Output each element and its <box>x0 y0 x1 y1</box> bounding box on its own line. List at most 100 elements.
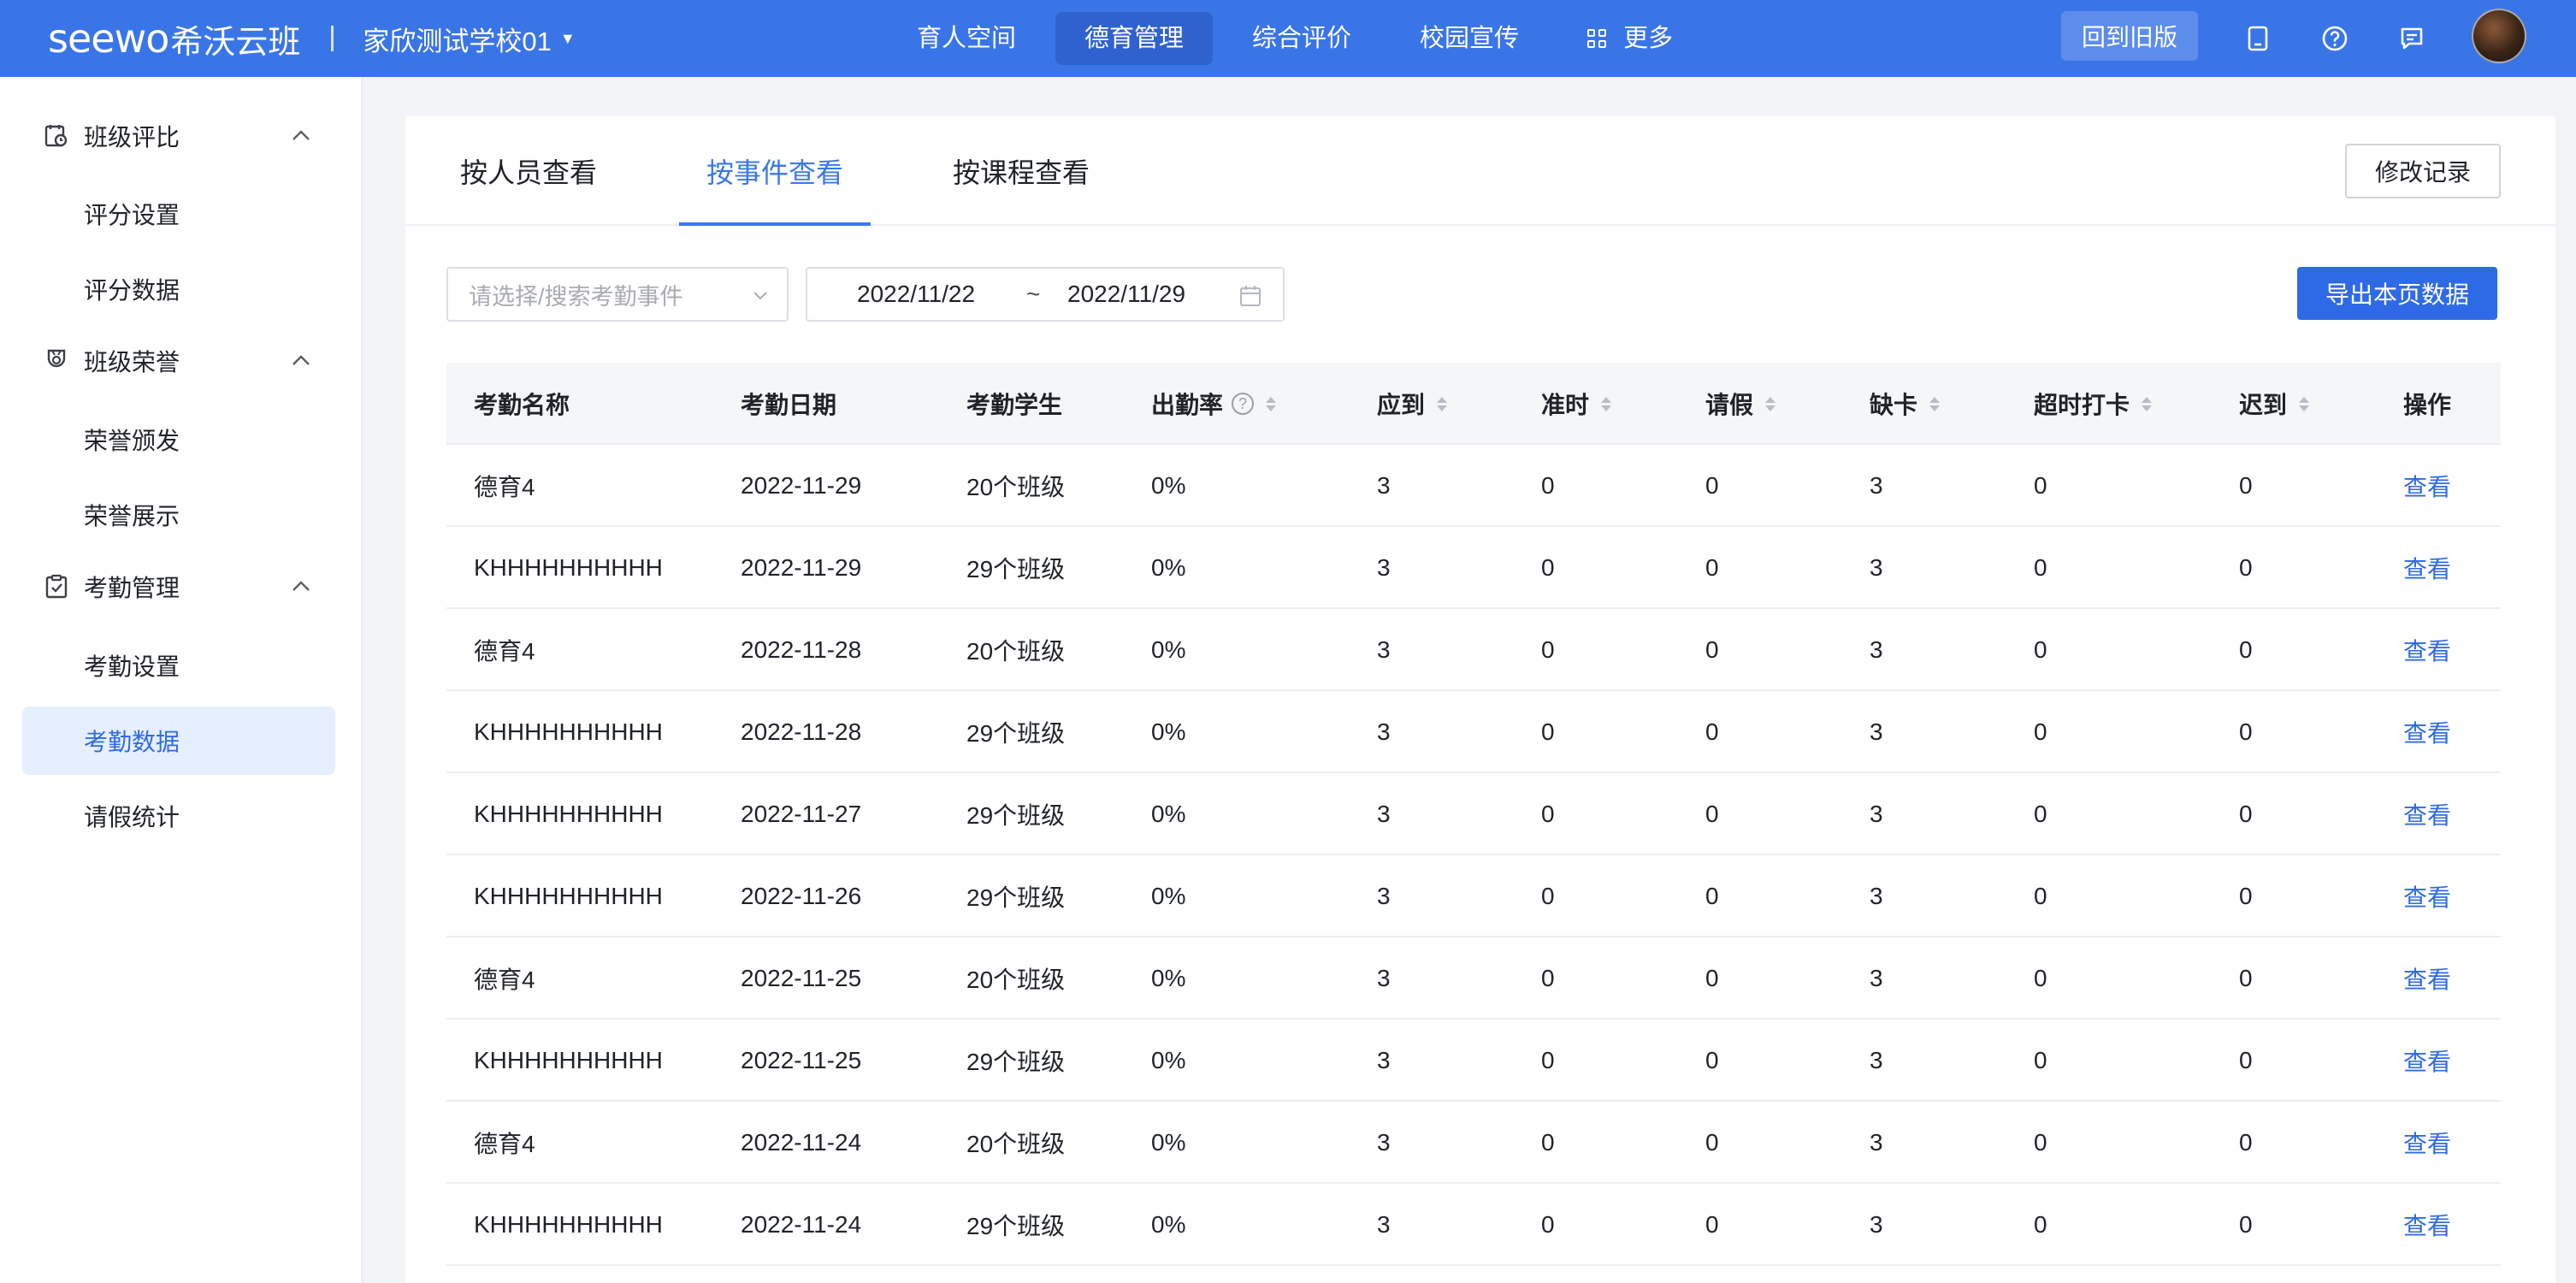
sidebar-item-label: 荣誉展示 <box>84 503 180 529</box>
view-link[interactable]: 查看 <box>2403 773 2451 855</box>
sort-icon[interactable] <box>2142 396 2153 411</box>
cell-name: KHHHHHHHHHH <box>474 801 663 827</box>
column-header-attendance-rate: 出勤率 ? <box>1151 363 1277 445</box>
cell-expected: 3 <box>1377 801 1391 827</box>
view-link[interactable]: 查看 <box>2403 691 2451 773</box>
sidebar-item-honor-award[interactable]: 荣誉颁发 <box>22 405 335 474</box>
date-range-picker[interactable]: 2022/11/22 ~ 2022/11/29 <box>806 267 1285 322</box>
event-select[interactable]: 请选择/搜索考勤事件 <box>446 267 789 322</box>
cell-late: 0 <box>2239 801 2253 827</box>
help-icon[interactable] <box>2318 21 2352 56</box>
cell-leave: 0 <box>1705 965 1719 991</box>
sort-icon[interactable] <box>1266 396 1277 411</box>
column-header-label: 超时打卡 <box>2034 392 2130 418</box>
cell-leave: 0 <box>1705 1211 1719 1238</box>
nav-item-comprehensive-evaluation[interactable]: 综合评价 <box>1223 12 1380 65</box>
nav-item-education-space[interactable]: 育人空间 <box>888 12 1045 65</box>
column-header-late: 迟到 <box>2239 363 2310 445</box>
nav-item-more[interactable]: 更多 <box>1558 12 1702 65</box>
cell-missing-card: 3 <box>1870 718 1883 745</box>
view-link[interactable]: 查看 <box>2403 1102 2451 1184</box>
cell-missing-card: 3 <box>1870 1047 1883 1073</box>
chevron-up-icon <box>292 581 310 591</box>
message-icon[interactable] <box>2395 21 2429 56</box>
table-body: 德育4 2022-11-29 20个班级 0% 3 0 0 3 0 0 查看 KHHHHHHHHHH 2… <box>446 445 2501 1266</box>
school-switcher[interactable]: 家欣测试学校01 ▼ <box>363 20 575 58</box>
cell-overtime-punch: 0 <box>2034 883 2047 909</box>
table-row: 德育4 2022-11-28 20个班级 0% 3 0 0 3 0 0 查看 <box>446 609 2501 691</box>
sidebar-item-honor-display[interactable]: 荣誉展示 <box>22 481 335 549</box>
nav-item-moral-management[interactable]: 德育管理 <box>1055 12 1214 65</box>
sort-icon[interactable] <box>1765 396 1776 411</box>
cell-late: 0 <box>2239 1211 2253 1238</box>
sort-icon[interactable] <box>1437 396 1448 411</box>
sidebar-item-score-data[interactable]: 评分数据 <box>22 255 335 323</box>
cell-name: 德育4 <box>474 474 535 500</box>
sort-icon[interactable] <box>2299 396 2310 411</box>
cell-leave: 0 <box>1705 472 1719 499</box>
nav-item-label: 更多 <box>1623 25 1674 52</box>
medal-icon <box>43 347 70 375</box>
brand-logo[interactable]: seewo <box>48 15 169 62</box>
view-link[interactable]: 查看 <box>2403 609 2451 691</box>
tablet-icon[interactable] <box>2241 21 2275 56</box>
tab-by-person[interactable]: 按人员查看 <box>460 116 597 226</box>
sidebar-item-attendance-data[interactable]: 考勤数据 <box>22 707 335 775</box>
brand-name[interactable]: 希沃云班 <box>170 15 300 62</box>
view-link[interactable]: 查看 <box>2403 445 2451 527</box>
cell-date: 2022-11-25 <box>741 1047 862 1073</box>
sidebar-group-class-honor[interactable]: 班级荣誉 <box>0 323 363 399</box>
table-row: 德育4 2022-11-25 20个班级 0% 3 0 0 3 0 0 查看 <box>446 937 2501 1020</box>
cell-on-time: 0 <box>1541 472 1555 499</box>
sidebar-group-attendance-management[interactable]: 考勤管理 <box>0 549 363 624</box>
sidebar-group-label: 班级荣誉 <box>84 349 180 375</box>
help-icon[interactable]: ? <box>1232 393 1255 415</box>
avatar[interactable] <box>2472 9 2526 63</box>
date-start[interactable]: 2022/11/22 <box>857 281 975 308</box>
column-header-label: 缺卡 <box>1870 392 1918 418</box>
cell-missing-card: 3 <box>1870 1211 1883 1238</box>
clipboard-check-icon <box>43 573 70 600</box>
cell-students: 20个班级 <box>966 1131 1066 1157</box>
cell-on-time: 0 <box>1541 1047 1555 1073</box>
sidebar-group-class-rating[interactable]: 班级评比 <box>0 98 363 174</box>
main-nav: 育人空间 德育管理 综合评价 校园宣传 更多 <box>888 0 1712 77</box>
school-name: 家欣测试学校01 <box>363 26 552 56</box>
view-link[interactable]: 查看 <box>2403 527 2451 609</box>
cell-overtime-punch: 0 <box>2034 554 2047 581</box>
divider <box>331 26 334 51</box>
sort-icon[interactable] <box>1929 396 1941 411</box>
view-link[interactable]: 查看 <box>2403 855 2451 937</box>
cell-leave: 0 <box>1705 718 1719 745</box>
cell-overtime-punch: 0 <box>2034 1129 2047 1156</box>
table-row: KHHHHHHHHHH 2022-11-24 29个班级 0% 3 0 0 3 0 0 查看 <box>446 1184 2501 1266</box>
table-row: KHHHHHHHHHH 2022-11-26 29个班级 0% 3 0 0 3 0 0 查看 <box>446 855 2501 937</box>
cell-expected: 3 <box>1377 472 1391 499</box>
export-page-data-button[interactable]: 导出本页数据 <box>2297 267 2497 320</box>
tab-by-event[interactable]: 按事件查看 <box>706 116 843 226</box>
tab-label: 按课程查看 <box>953 157 1090 188</box>
view-link[interactable]: 查看 <box>2403 1020 2451 1102</box>
column-header-label: 出勤率 <box>1151 392 1224 418</box>
cell-students: 20个班级 <box>966 474 1066 500</box>
date-end[interactable]: 2022/11/29 <box>1067 281 1185 308</box>
cell-date: 2022-11-24 <box>741 1129 862 1156</box>
cell-attendance-rate: 0% <box>1151 965 1186 991</box>
cell-date: 2022-11-29 <box>741 554 862 581</box>
sidebar-item-leave-statistics[interactable]: 请假统计 <box>22 782 335 850</box>
cell-name: KHHHHHHHHHH <box>474 883 663 909</box>
cell-name: KHHHHHHHHHH <box>474 1047 663 1073</box>
sort-icon[interactable] <box>1601 396 1612 411</box>
view-link[interactable]: 查看 <box>2403 1184 2451 1266</box>
view-link[interactable]: 查看 <box>2403 937 2451 1020</box>
top-header: seewo 希沃云班 家欣测试学校01 ▼ 育人空间 德育管理 综合评价 校园宣… <box>0 0 2576 77</box>
nav-item-campus-promotion[interactable]: 校园宣传 <box>1391 12 1548 65</box>
tab-by-course[interactable]: 按课程查看 <box>953 116 1090 226</box>
sidebar-item-score-settings[interactable]: 评分设置 <box>22 180 335 248</box>
cell-on-time: 0 <box>1541 1129 1555 1156</box>
cell-late: 0 <box>2239 1047 2253 1073</box>
back-to-old-version-button[interactable]: 回到旧版 <box>2061 11 2198 61</box>
modify-record-button[interactable]: 修改记录 <box>2345 144 2501 198</box>
sidebar-item-attendance-settings[interactable]: 考勤设置 <box>22 631 335 700</box>
cell-students: 20个班级 <box>966 967 1066 993</box>
